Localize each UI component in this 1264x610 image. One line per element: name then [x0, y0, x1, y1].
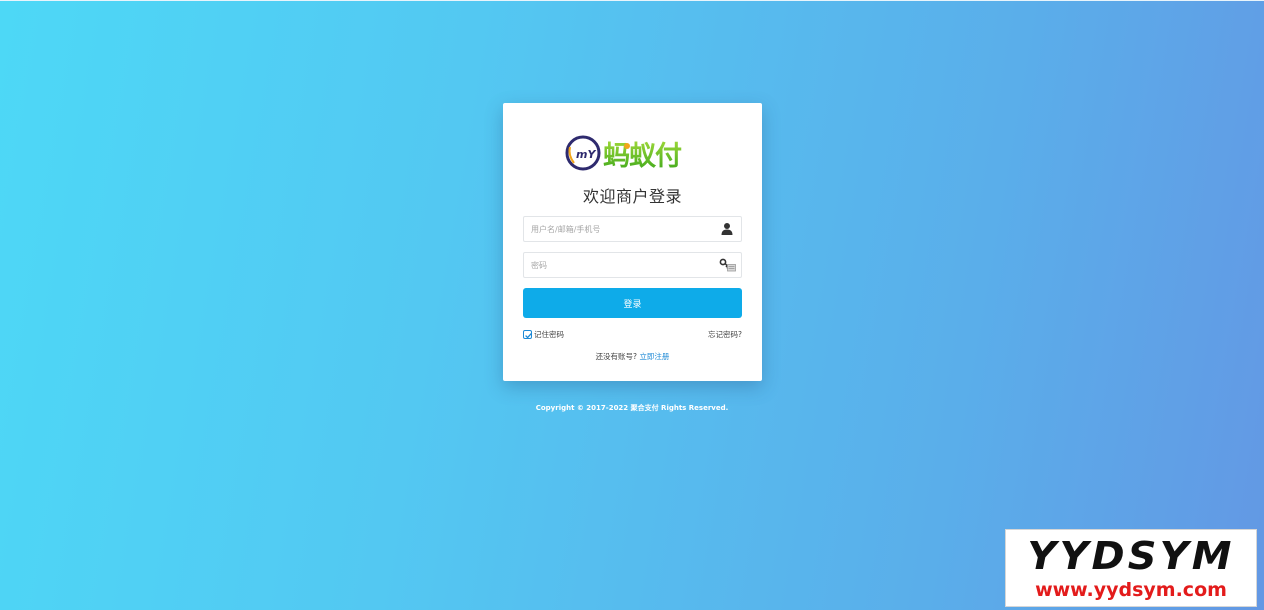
forgot-password-link[interactable]: 忘记密码? [708, 329, 742, 340]
brand-logo: mY 蚂蚁付 [565, 133, 705, 173]
username-input[interactable] [524, 217, 711, 242]
checkmark-icon [525, 332, 532, 339]
user-icon [719, 221, 735, 237]
watermark-title: YYDSYM [1027, 534, 1235, 578]
register-prompt-line: 还没有账号? 立即注册 [503, 351, 762, 362]
watermark-url: www.yydsym.com [1035, 579, 1227, 601]
watermark-badge: YYDSYM www.yydsym.com [1005, 529, 1257, 607]
login-title: 欢迎商户登录 [582, 187, 682, 206]
password-input[interactable] [524, 253, 711, 278]
register-link[interactable]: 立即注册 [639, 352, 669, 361]
copyright-text: Copyright © 2017-2022 聚合支付 Rights Reserv… [535, 404, 729, 412]
login-button[interactable]: 登录 [523, 288, 742, 318]
remember-checkbox[interactable] [523, 330, 532, 339]
top-border-line [0, 0, 1264, 1]
remember-password[interactable]: 记住密码 [523, 329, 564, 340]
key-icon [719, 257, 736, 273]
register-prompt: 还没有账号? [595, 352, 638, 361]
password-field [523, 252, 742, 278]
logo-wordmark: 蚂蚁付 [603, 141, 682, 172]
login-card: mY 蚂蚁付 欢迎商户登录 登录 [503, 103, 762, 381]
remember-label: 记住密码 [534, 330, 564, 339]
logo-graphic: mY 蚂蚁付 [565, 135, 683, 172]
logo-badge-text: mY [576, 148, 596, 161]
username-field [523, 216, 742, 242]
